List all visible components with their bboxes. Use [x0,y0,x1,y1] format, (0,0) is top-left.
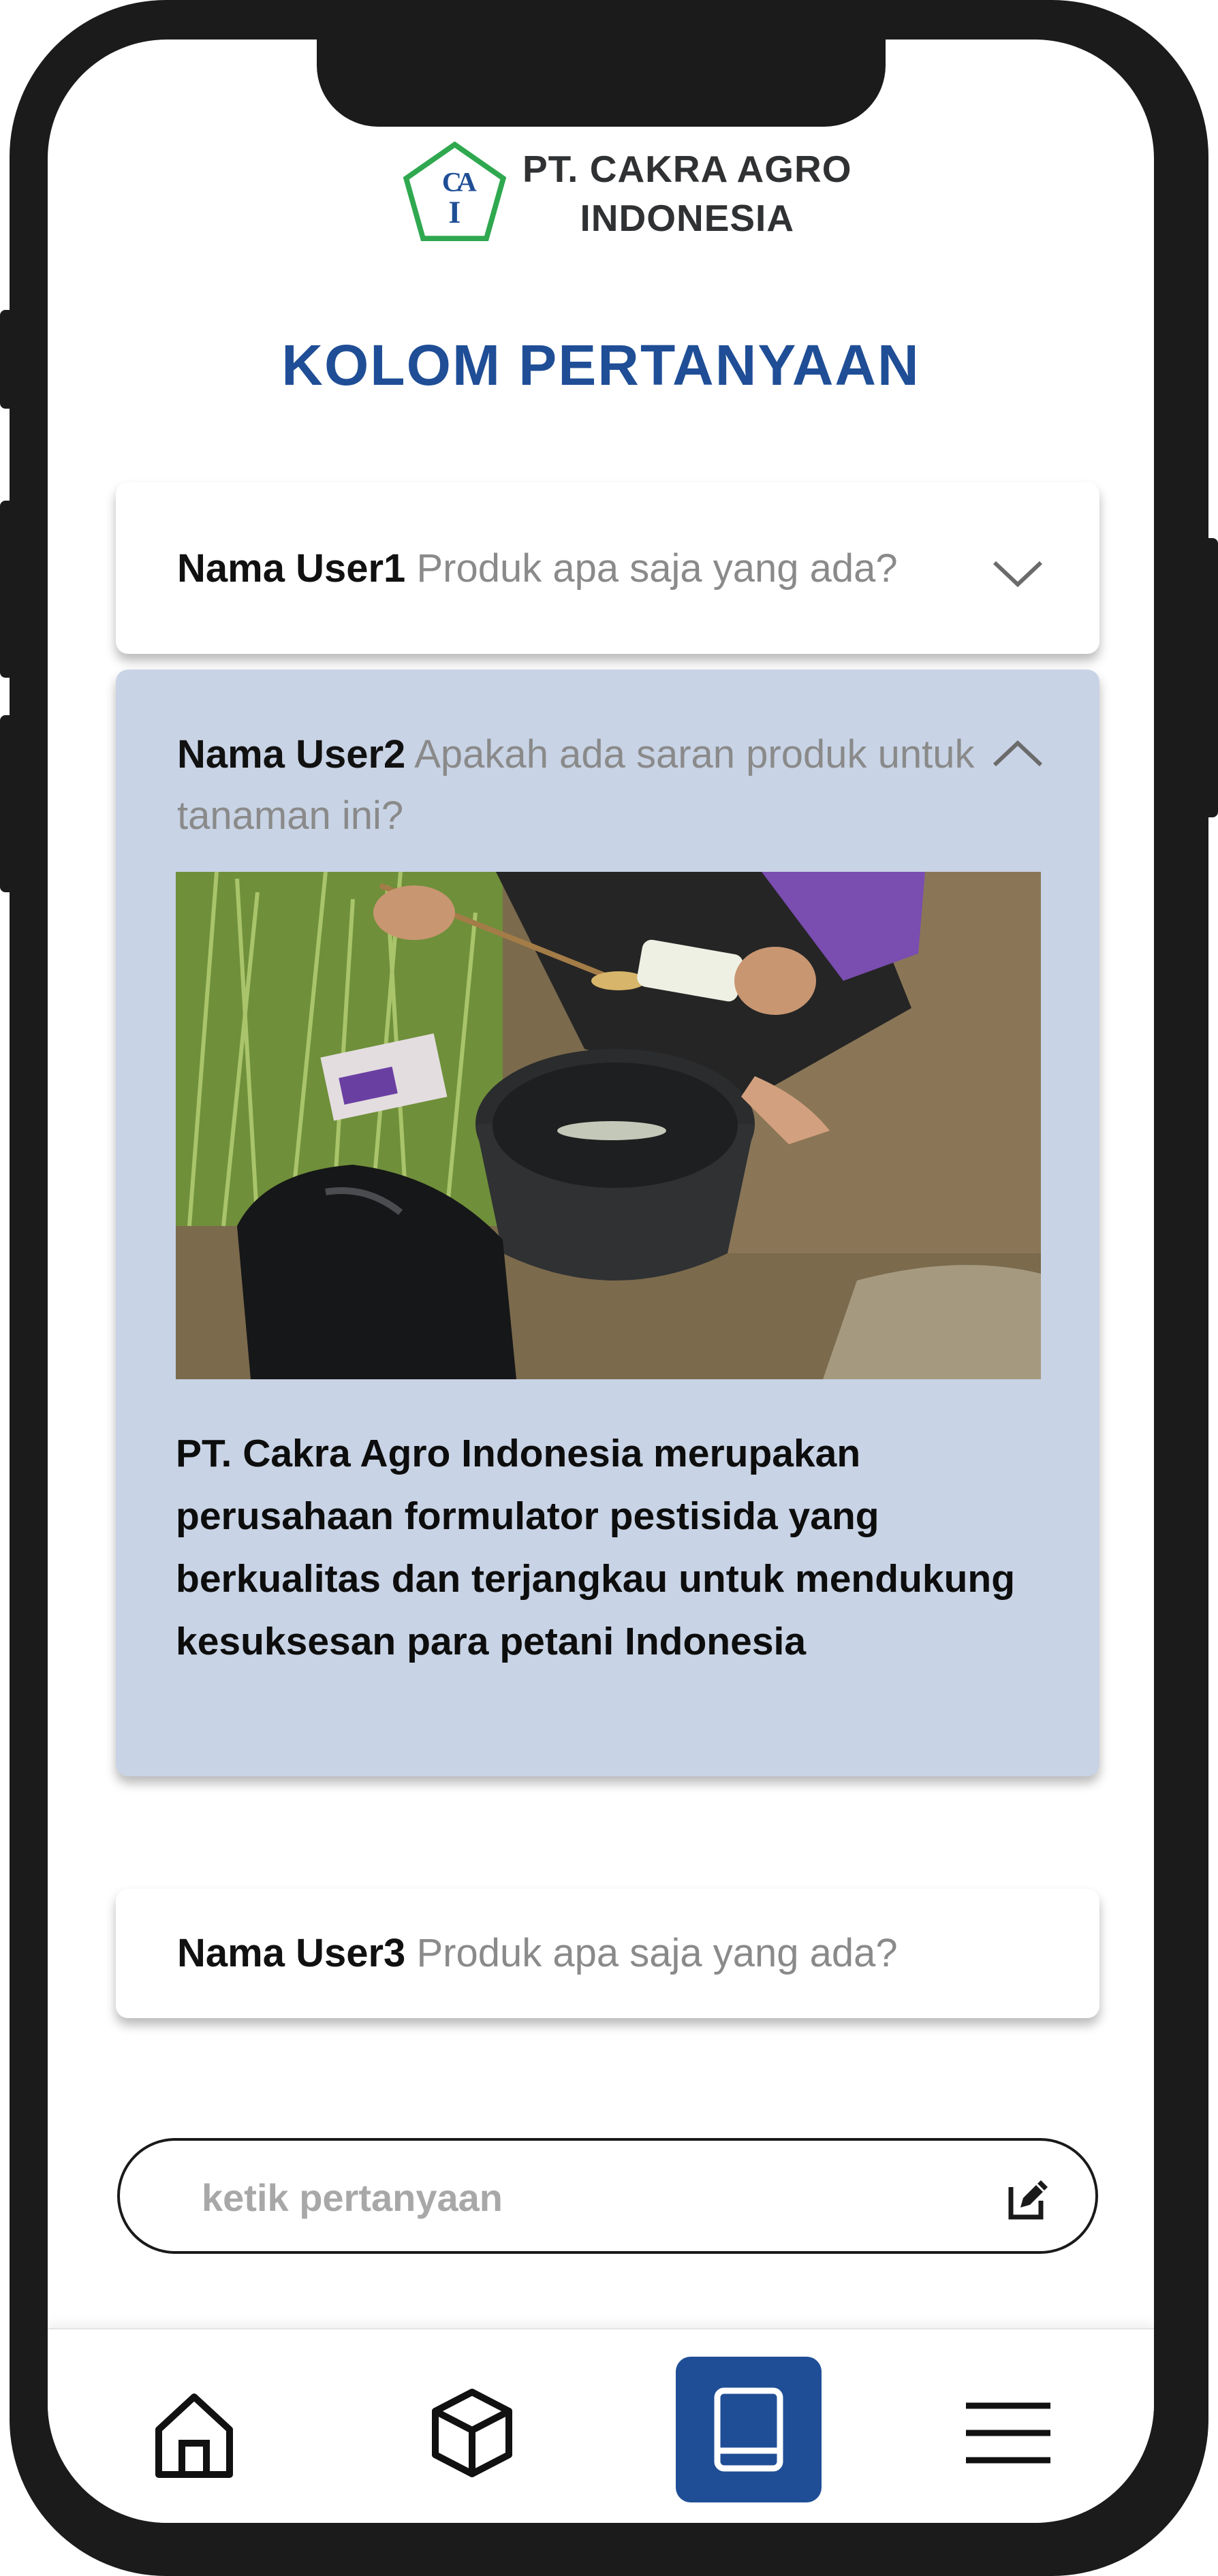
ask-question-field[interactable] [117,2138,1098,2254]
menu-icon[interactable] [961,2385,1056,2481]
question-line: Nama User1 Produk apa saja yang ada? [177,538,898,599]
company-name-line2: INDONESIA [580,196,795,239]
company-name: PT. CAKRA AGRO INDONESIA [522,144,852,242]
nav-item-book-active[interactable] [676,2357,822,2502]
ask-question-input[interactable] [200,2168,952,2227]
svg-text:I: I [448,195,460,230]
question-card-2[interactable]: Nama User2 Apakah ada saran produk untuk… [116,670,1099,1776]
book-icon [714,2387,783,2472]
question-line: Nama User3 Produk apa saja yang ada? [177,1923,898,1984]
bottom-navigation [48,2328,1154,2523]
side-button-power [1198,538,1218,817]
company-name-line1: PT. CAKRA AGRO [522,147,852,190]
phone-notch [317,40,886,127]
question-user-name: Nama User1 [177,546,406,591]
question-card-1[interactable]: Nama User1 Produk apa saja yang ada? [116,482,1099,654]
company-logo-icon: C A I [403,141,507,242]
question-line: Nama User2 Apakah ada saran produk untuk… [177,724,988,847]
question-user-name: Nama User3 [177,1931,406,1975]
question-text: Produk apa saja yang ada? [416,546,898,591]
answer-text: PT. Cakra Agro Indonesia merupakan perus… [176,1432,1016,1663]
page-title: KOLOM PERTANYAAN [281,333,920,397]
question-user-name: Nama User2 [177,732,406,776]
farmer-mixing-pesticide-photo [176,872,1041,1379]
side-button-volume-down [0,715,20,892]
svg-text:A: A [457,166,477,197]
chevron-up-icon[interactable] [990,738,1045,770]
question-photo [176,872,1041,1379]
home-icon[interactable] [146,2387,242,2483]
side-button-volume-up [0,501,20,678]
brand-header: C A I PT. CAKRA AGRO INDONESIA [402,140,852,246]
question-text: Produk apa saja yang ada? [416,1931,898,1975]
question-card-3[interactable]: Nama User3 Produk apa saja yang ada? [116,1889,1099,2018]
box-icon[interactable] [424,2385,520,2481]
edit-icon[interactable] [1005,2175,1053,2222]
chevron-down-icon[interactable] [990,557,1045,590]
side-button-mute [0,310,20,409]
app-screen: C A I PT. CAKRA AGRO INDONESIA KOLOM PER… [48,40,1154,2523]
